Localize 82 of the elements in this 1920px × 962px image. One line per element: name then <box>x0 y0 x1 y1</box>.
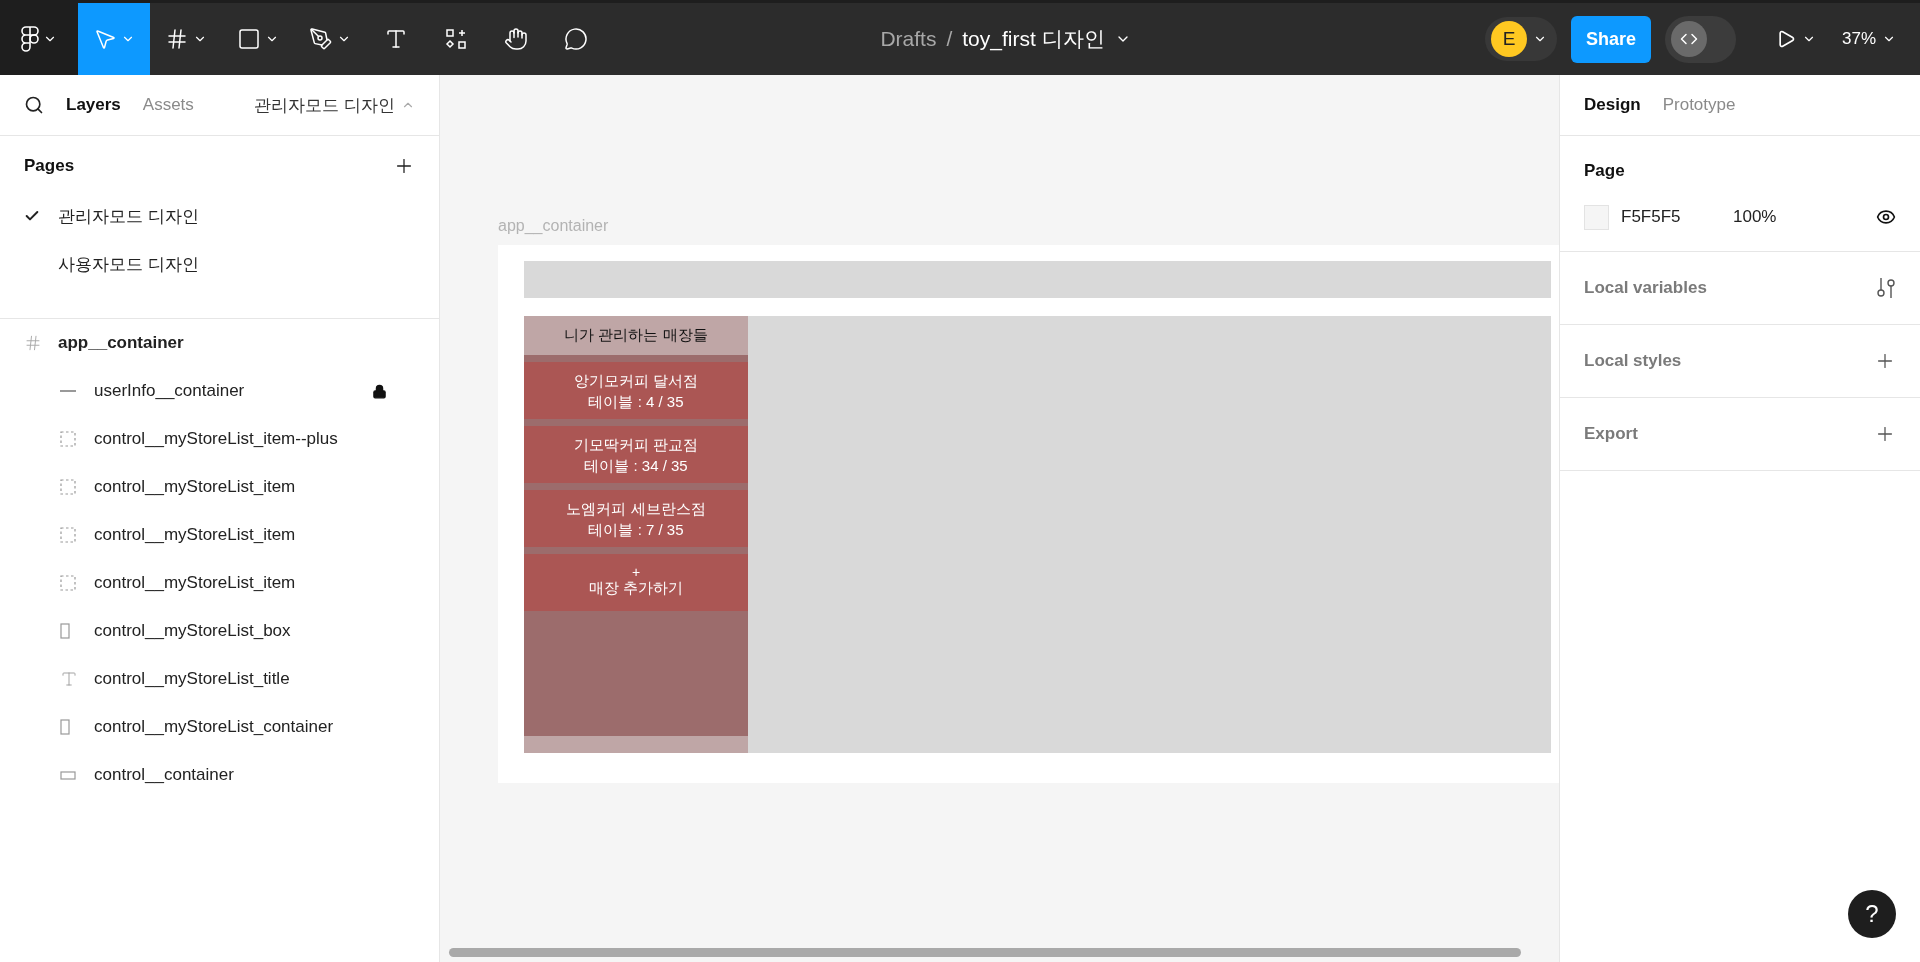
layer-name: control__myStoreList_container <box>94 717 335 737</box>
rectangle-icon <box>60 770 76 780</box>
file-name[interactable]: toy_first 디자인 <box>962 25 1105 53</box>
add-store-label: 매장 추가하기 <box>588 578 684 598</box>
add-store-card[interactable]: + 매장 추가하기 <box>524 554 748 611</box>
page-item[interactable]: 관리자모드 디자인 <box>0 192 439 240</box>
page-name: 관리자모드 디자인 <box>58 205 199 228</box>
layer-item[interactable]: control__myStoreList_item <box>0 559 439 607</box>
color-value[interactable]: F5F5F5 <box>1621 207 1733 227</box>
rectangle-icon <box>237 27 261 51</box>
rectangle-icon <box>60 719 70 735</box>
page-section-title: Page <box>1584 160 1626 182</box>
layer-item[interactable]: control__myStoreList_item <box>0 463 439 511</box>
color-swatch[interactable] <box>1584 204 1609 230</box>
pen-icon <box>309 27 333 51</box>
rectangle-icon <box>60 623 70 639</box>
help-button[interactable]: ? <box>1848 890 1896 938</box>
layer-item[interactable]: control__myStoreList_title <box>0 655 439 703</box>
opacity-value[interactable]: 100% <box>1733 207 1777 227</box>
dev-mode-toggle[interactable] <box>1664 15 1736 63</box>
page-item[interactable]: 사용자모드 디자인 <box>0 240 439 288</box>
plus-sign: + <box>631 567 641 577</box>
store-card[interactable]: 앙기모커피 달서점 테이블 : 4 / 35 <box>524 362 748 419</box>
section-title: Export <box>1584 424 1638 444</box>
panel-tab[interactable]: Layers <box>66 95 121 115</box>
page-switcher[interactable]: 관리자모드 디자인 <box>254 93 415 117</box>
layer-item[interactable]: app__container <box>0 319 439 367</box>
store-card[interactable]: 기모딱커피 판교점 테이블 : 34 / 35 <box>524 426 748 483</box>
dashed-square-icon <box>60 479 76 495</box>
layer-name: control__myStoreList_item <box>94 477 297 497</box>
scrollbar[interactable] <box>449 948 1521 957</box>
store-name: 앙기모커피 달서점 <box>573 370 699 391</box>
text-icon <box>60 670 78 688</box>
sliders-icon[interactable] <box>1876 277 1896 299</box>
table-count: 테이블 : 7 / 35 <box>588 519 684 540</box>
layer-name: control__myStoreList_item--plus <box>94 429 339 449</box>
text-icon <box>384 27 408 51</box>
comment-icon <box>564 27 588 51</box>
layer-item[interactable]: control__container <box>0 751 439 799</box>
dashed-square-icon <box>60 527 76 543</box>
layer-name: control__myStoreList_box <box>94 621 292 641</box>
section-title: Local styles <box>1584 351 1682 371</box>
avatar: E <box>1490 21 1527 57</box>
layer-item[interactable]: userInfo__container <box>0 367 439 415</box>
pointer-icon <box>93 27 117 51</box>
panel-tab[interactable]: Design <box>1584 95 1641 115</box>
hand-icon <box>504 27 528 51</box>
table-count: 테이블 : 34 / 35 <box>584 455 688 476</box>
search-icon[interactable] <box>24 95 44 115</box>
breadcrumb-separator: / <box>946 27 953 51</box>
dashed-square-icon <box>60 575 76 591</box>
layer-name: app__container <box>58 333 185 353</box>
layer-item[interactable]: control__myStoreList_box <box>0 607 439 655</box>
pages-title: Pages <box>24 156 75 176</box>
line-icon <box>60 390 76 392</box>
table-count: 테이블 : 4 / 35 <box>588 391 684 412</box>
dashed-square-icon <box>60 431 76 447</box>
layer-name: control__myStoreList_title <box>94 669 291 689</box>
logo-icon <box>21 26 39 52</box>
store-name: 기모딱커피 판교점 <box>573 434 699 455</box>
layer-name: userInfo__container <box>94 381 246 401</box>
frame-icon <box>165 27 189 51</box>
folder-link[interactable]: Drafts <box>880 27 937 51</box>
store-card[interactable]: 노엠커피 세브란스점 테이블 : 7 / 35 <box>524 490 748 547</box>
main-menu-button[interactable] <box>0 3 78 75</box>
layer-name: control__myStoreList_item <box>94 525 297 545</box>
page-name: 사용자모드 디자인 <box>58 253 199 276</box>
layer-item[interactable]: control__myStoreList_item <box>0 511 439 559</box>
layer-name: control__container <box>94 765 235 785</box>
resources-icon <box>444 27 468 51</box>
lock-icon[interactable] <box>372 383 387 399</box>
layer-name: control__myStoreList_item <box>94 573 297 593</box>
layer-item[interactable]: control__myStoreList_item--plus <box>0 415 439 463</box>
frame-icon <box>24 334 42 352</box>
eye-icon[interactable] <box>1876 207 1896 227</box>
section-title: Local variables <box>1584 278 1707 298</box>
layer-item[interactable]: control__myStoreList_container <box>0 703 439 751</box>
store-list-title: 니가 관리하는 매장들 <box>524 316 748 355</box>
panel-tab[interactable]: Assets <box>142 95 194 115</box>
zoom-menu[interactable]: 37% <box>1835 28 1902 50</box>
store-name: 노엠커피 세브란스점 <box>566 498 706 519</box>
user-menu[interactable]: E <box>1484 17 1557 61</box>
